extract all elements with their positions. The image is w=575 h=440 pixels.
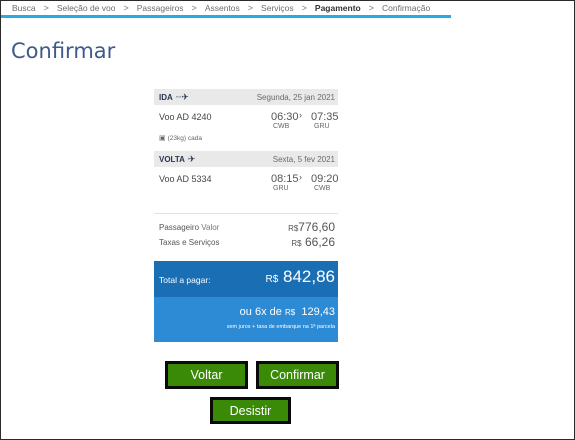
installments-value: 129,43	[301, 306, 335, 318]
return-depart-time: 08:15	[271, 173, 299, 185]
outbound-baggage: ▣ (23kg) cada	[159, 134, 202, 142]
installments-note: sem juros + taxa de embarque na 1ª parce…	[226, 324, 335, 330]
outbound-depart-time: 06:30	[271, 111, 299, 123]
return-flight-number: Voo AD 5334	[159, 174, 212, 184]
total-box: Total a pagar: R$ 842,86	[154, 261, 338, 297]
installments-box: ou 6x de R$ 129,43 sem juros + taxa de e…	[154, 297, 338, 342]
installments-line: ou 6x de R$ 129,43	[240, 306, 335, 318]
taxes-price-row: Taxas e Serviços R$ 66,26	[159, 235, 335, 249]
return-date: Sexta, 5 fev 2021	[272, 154, 335, 164]
breadcrumb-step-confirmacao: Confirmação	[382, 3, 431, 13]
total-amount: R$ 842,86	[265, 267, 335, 287]
outbound-flight: Voo AD 4240 06:30 › 07:35 CWB GRU	[154, 109, 339, 133]
return-header: VOLTA ✈ Sexta, 5 fev 2021	[154, 151, 338, 167]
breadcrumb-step-assentos[interactable]: Assentos	[205, 3, 240, 13]
breadcrumb-step-selecao-de-voo[interactable]: Seleção de voo	[57, 3, 116, 13]
booking-summary-card: IDA ┈✈ Segunda, 25 jan 2021 Voo AD 4240 …	[154, 89, 339, 342]
currency-symbol: R$	[291, 239, 302, 248]
chevron-right-icon: >	[191, 3, 197, 13]
outbound-label: IDA	[159, 92, 173, 102]
cancel-button[interactable]: Desistir	[210, 397, 291, 424]
passenger-amount: R$776,60	[288, 220, 335, 234]
confirm-button[interactable]: Confirmar	[256, 361, 339, 389]
total-label: Total a pagar:	[159, 275, 211, 285]
outbound-arrive-time: 07:35	[311, 111, 339, 123]
installments-de: de	[269, 306, 282, 318]
airplane-icon: ┈✈	[175, 91, 189, 102]
currency-symbol: R$	[288, 224, 299, 233]
passenger-value: 776,60	[298, 220, 335, 234]
outbound-flight-number: Voo AD 4240	[159, 112, 212, 122]
airplane-icon: ✈	[187, 153, 196, 164]
outbound-date: Segunda, 25 jan 2021	[256, 92, 335, 102]
chevron-right-icon: ›	[299, 172, 302, 182]
return-arrive-time: 09:20	[311, 173, 339, 185]
return-flight: Voo AD 5334 08:15 › 09:20 GRU CWB	[154, 171, 339, 195]
taxes-amount: R$ 66,26	[291, 235, 335, 249]
breadcrumb-step-pagamento: Pagamento	[314, 3, 361, 13]
divider	[154, 213, 338, 214]
chevron-right-icon: >	[123, 3, 129, 13]
breadcrumb-step-passageiros[interactable]: Passageiros	[137, 3, 184, 13]
installments-count: 6x	[254, 306, 267, 318]
passenger-label: Passageiro	[159, 223, 200, 232]
installments-prefix: ou	[239, 306, 252, 318]
total-value: 842,86	[283, 267, 335, 286]
return-origin: GRU	[273, 185, 289, 192]
chevron-right-icon: >	[43, 3, 49, 13]
taxes-value: 66,26	[304, 235, 335, 249]
page-title: Confirmar	[11, 39, 116, 63]
breadcrumb-progress-bar	[1, 15, 451, 18]
outbound-header: IDA ┈✈ Segunda, 25 jan 2021	[154, 89, 338, 105]
taxes-label: Taxas e Serviços	[159, 238, 220, 247]
outbound-destination: GRU	[314, 123, 330, 130]
passenger-price-row: Passageiro Valor R$776,60	[159, 220, 335, 234]
breadcrumb: Busca > Seleção de voo > Passageiros > A…	[1, 1, 453, 15]
chevron-right-icon: >	[368, 3, 374, 13]
return-destination: CWB	[314, 185, 331, 192]
currency-symbol: R$	[265, 274, 279, 285]
back-button[interactable]: Voltar	[165, 361, 248, 389]
chevron-right-icon: >	[301, 3, 307, 13]
chevron-right-icon: ›	[299, 110, 302, 120]
chevron-right-icon: >	[247, 3, 254, 13]
return-label: VOLTA	[159, 154, 185, 164]
outbound-origin: CWB	[273, 123, 290, 130]
currency-symbol: R$	[284, 308, 296, 317]
breadcrumb-step-busca[interactable]: Busca	[12, 3, 36, 13]
baggage-text: (23kg) cada	[167, 135, 202, 142]
breadcrumb-step-servicos[interactable]: Serviços	[261, 3, 294, 13]
baggage-icon: ▣	[159, 135, 166, 142]
passenger-sub-label: Valor	[201, 223, 220, 232]
